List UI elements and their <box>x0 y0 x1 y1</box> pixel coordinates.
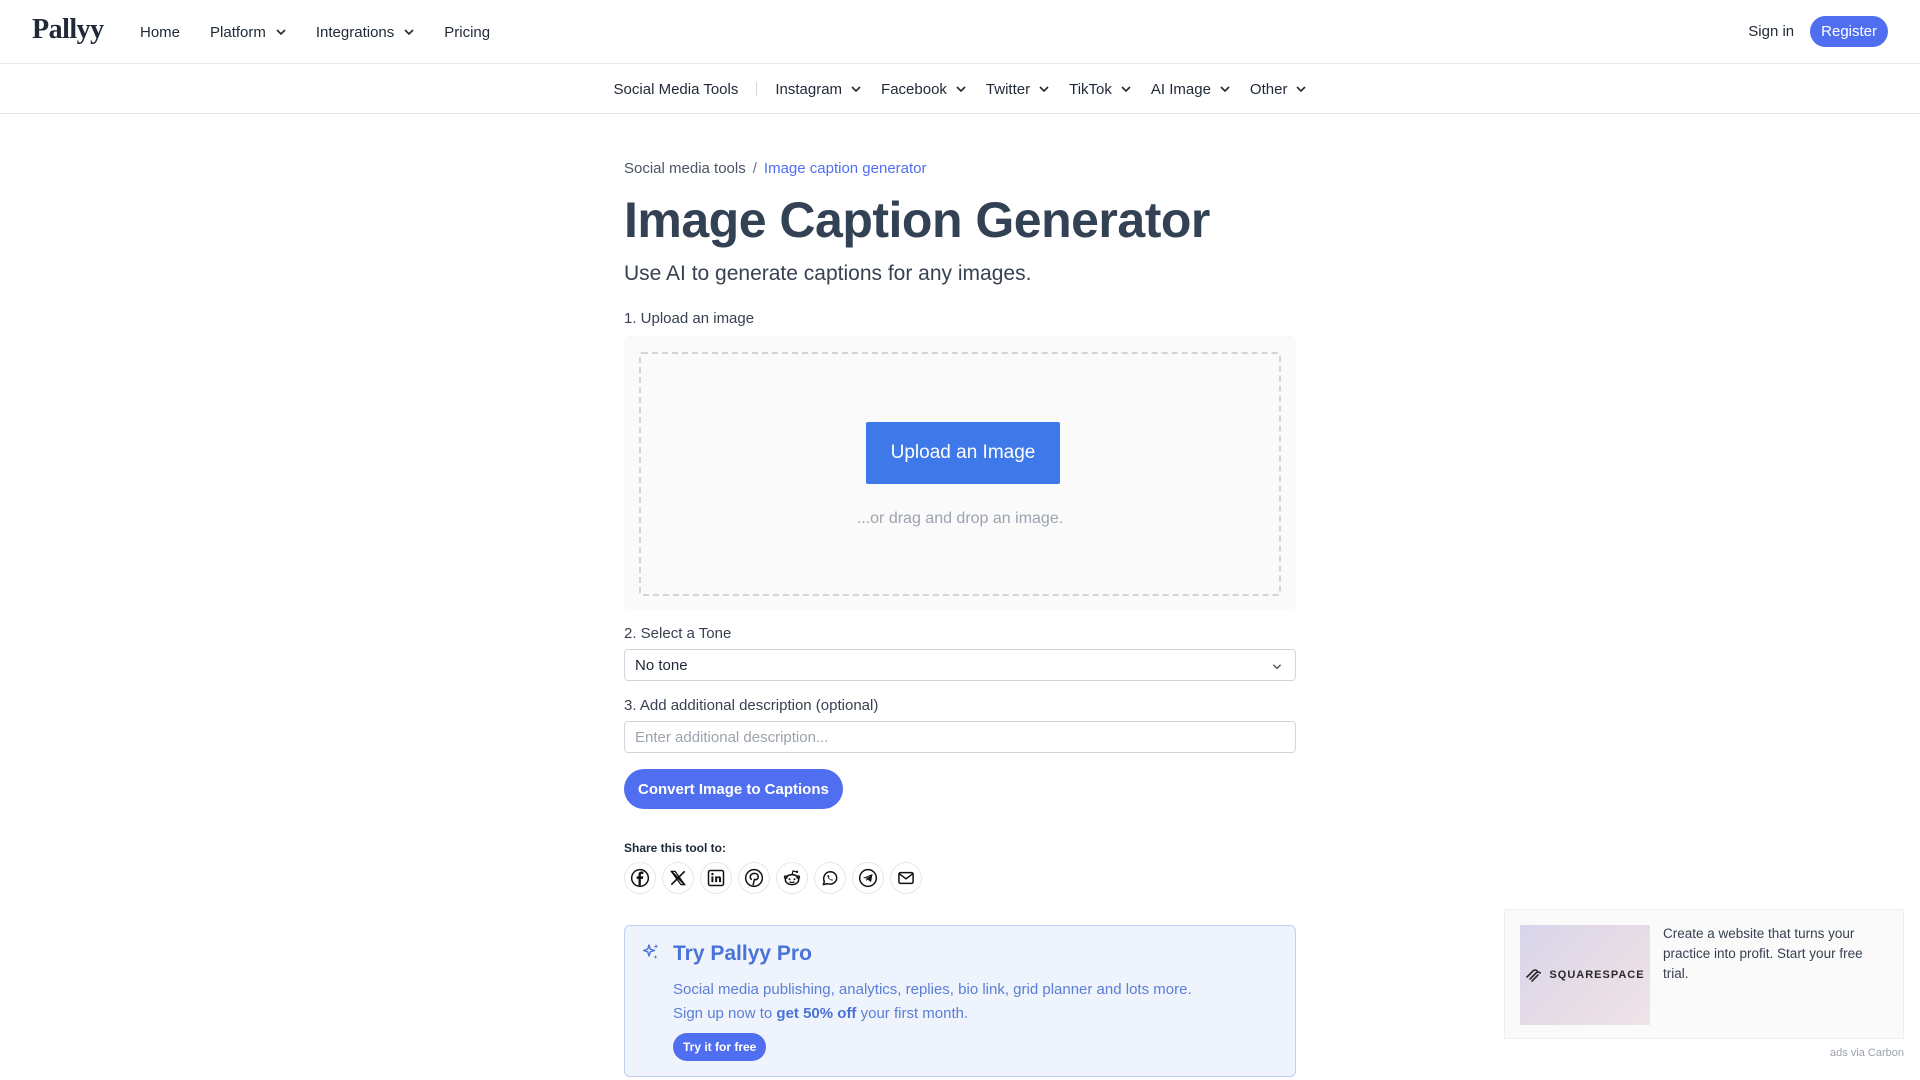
step2-label: 2. Select a Tone <box>624 625 732 642</box>
nav-home-label: Home <box>140 23 181 41</box>
subnav-social-media-tools[interactable]: Social Media Tools <box>604 81 749 98</box>
pinterest-icon[interactable] <box>738 862 770 894</box>
chevron-down-icon <box>404 29 414 36</box>
promo-offer: Sign up now to get 50% off your first mo… <box>673 1005 968 1022</box>
subnav-label: Other <box>1249 80 1288 98</box>
page-title: Image Caption Generator <box>624 192 1210 248</box>
subnav-divider <box>756 82 758 96</box>
nav-integrations-label: Integrations <box>315 23 395 41</box>
chevron-down-icon <box>1272 664 1282 670</box>
email-icon[interactable] <box>890 862 922 894</box>
x-icon[interactable] <box>662 862 694 894</box>
promo-description: Social media publishing, analytics, repl… <box>673 981 1192 998</box>
ad-image[interactable]: SQUARESPACE <box>1520 925 1650 1025</box>
subnav-other[interactable]: Other <box>1240 81 1317 98</box>
subnav-label: TikTok <box>1069 80 1112 98</box>
description-input[interactable] <box>624 721 1296 753</box>
try-for-free-button[interactable]: Try it for free <box>673 1033 767 1061</box>
linkedin-icon[interactable] <box>700 862 732 894</box>
tone-select-value: No tone <box>635 656 688 674</box>
chevron-down-icon <box>1220 86 1230 93</box>
chevron-down-icon <box>276 29 286 36</box>
promo-offer-discount: get 50% off <box>776 1005 857 1022</box>
subnav-label: AI Image <box>1150 80 1211 98</box>
chevron-down-icon <box>1121 86 1131 93</box>
sign-in-link[interactable]: Sign in <box>1748 23 1794 40</box>
promo-title: Try Pallyy Pro <box>673 942 812 965</box>
pallyy-logo[interactable]: Pallyy <box>32 14 104 46</box>
upload-panel: Upload an Image ...or drag and drop an i… <box>624 336 1296 610</box>
nav-integrations[interactable]: Integrations <box>316 24 414 41</box>
squarespace-logo-icon <box>1526 969 1542 982</box>
convert-to-captions-button[interactable]: Convert Image to Captions <box>624 769 843 809</box>
image-dropzone[interactable]: Upload an Image ...or drag and drop an i… <box>639 352 1281 596</box>
reddit-icon[interactable] <box>776 862 808 894</box>
nav-platform[interactable]: Platform <box>210 24 286 41</box>
chevron-down-icon <box>1039 86 1049 93</box>
subnav-instagram[interactable]: Instagram <box>765 81 871 98</box>
ads-via-carbon[interactable]: ads via Carbon <box>1830 1047 1904 1059</box>
breadcrumb-separator: / <box>752 160 757 177</box>
chevron-down-icon <box>956 86 966 93</box>
ad-text[interactable]: Create a website that turns your practic… <box>1663 924 1888 984</box>
promo-offer-prefix: Sign up now to <box>673 1005 773 1022</box>
step1-label: 1. Upload an image <box>624 310 755 327</box>
ad-brand-name: SQUARESPACE <box>1549 969 1645 981</box>
facebook-icon[interactable] <box>624 862 656 894</box>
tools-subnav: Social Media Tools Instagram Facebook Tw… <box>0 65 1920 114</box>
subnav-ai-image[interactable]: AI Image <box>1141 81 1240 98</box>
share-buttons <box>624 862 922 894</box>
auth-links: Sign in Register <box>1748 16 1888 47</box>
telegram-icon[interactable] <box>852 862 884 894</box>
sparkle-icon <box>642 944 659 959</box>
step3-label: 3. Add additional description (optional) <box>624 697 879 714</box>
promo-offer-suffix: your first month. <box>860 1005 969 1022</box>
subnav-facebook[interactable]: Facebook <box>871 81 976 98</box>
pallyy-pro-promo: Try Pallyy Pro Social media publishing, … <box>624 925 1296 1077</box>
subnav-label: Twitter <box>985 80 1031 98</box>
chevron-down-icon <box>851 86 861 93</box>
subnav-label: Facebook <box>881 80 947 98</box>
register-button[interactable]: Register <box>1810 16 1888 47</box>
subnav-label: Instagram <box>775 80 843 98</box>
nav-platform-label: Platform <box>210 23 266 41</box>
whatsapp-icon[interactable] <box>814 862 846 894</box>
breadcrumb: Social media tools / Image caption gener… <box>624 160 1296 177</box>
nav-pricing[interactable]: Pricing <box>444 24 490 41</box>
breadcrumb-parent[interactable]: Social media tools <box>624 160 746 177</box>
carbon-ad[interactable]: SQUARESPACE Create a website that turns … <box>1504 909 1904 1039</box>
chevron-down-icon <box>1296 86 1307 93</box>
tone-select[interactable]: No tone <box>624 649 1296 681</box>
page-subtitle: Use AI to generate captions for any imag… <box>624 262 1032 285</box>
nav-pricing-label: Pricing <box>444 23 491 41</box>
breadcrumb-current[interactable]: Image caption generator <box>764 160 927 177</box>
upload-image-button[interactable]: Upload an Image <box>866 422 1060 484</box>
subnav-twitter[interactable]: Twitter <box>976 81 1059 98</box>
subnav-label: Social Media Tools <box>613 80 739 98</box>
top-header: Pallyy Home Platform Integrations Pricin… <box>0 0 1920 64</box>
main-content: Social media tools / Image caption gener… <box>624 160 1296 1077</box>
drag-drop-hint: ...or drag and drop an image. <box>856 510 1064 527</box>
main-nav: Home Platform Integrations Pricing <box>140 0 490 64</box>
nav-home[interactable]: Home <box>140 24 180 41</box>
subnav-tiktok[interactable]: TikTok <box>1059 81 1141 98</box>
share-label: Share this tool to: <box>624 841 726 855</box>
